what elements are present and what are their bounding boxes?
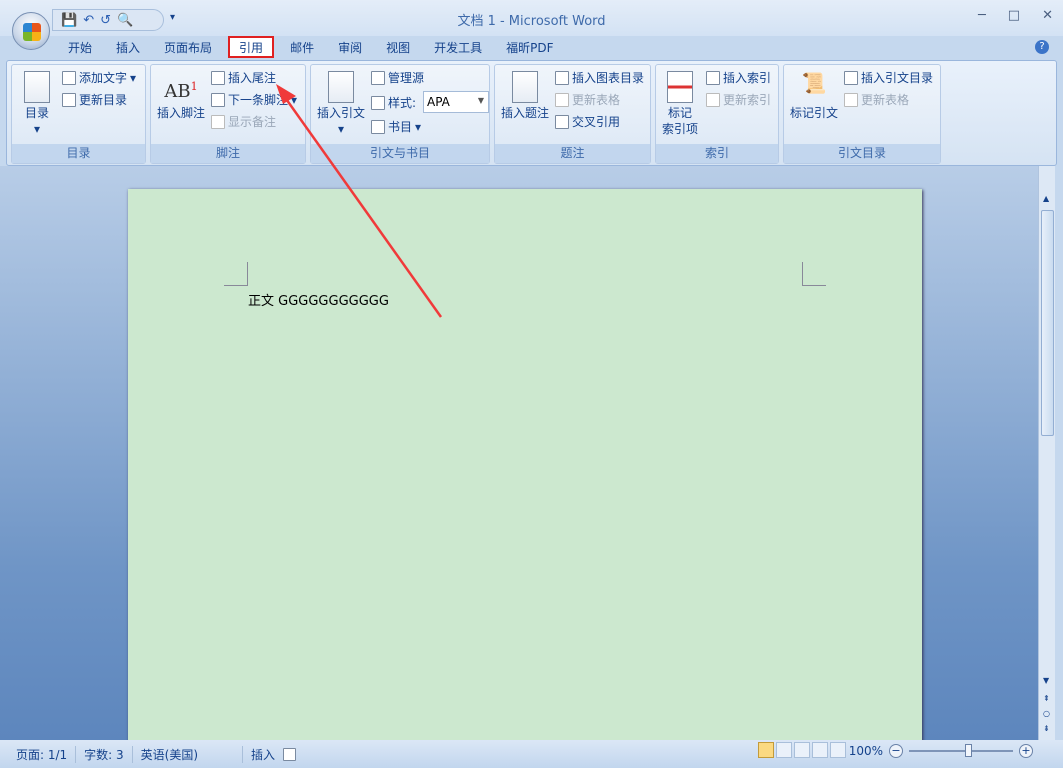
previous-page-icon[interactable]: ⇞ bbox=[1043, 694, 1050, 703]
zoom-slider[interactable] bbox=[909, 750, 1013, 752]
word-count[interactable]: 字数: 3 bbox=[76, 746, 133, 763]
view-buttons bbox=[758, 742, 846, 758]
scroll-down-icon[interactable]: ▼ bbox=[1043, 676, 1049, 685]
zoom-in-button[interactable]: + bbox=[1019, 744, 1033, 758]
draft-view-icon[interactable] bbox=[830, 742, 846, 758]
web-layout-icon[interactable] bbox=[794, 742, 810, 758]
outline-view-icon[interactable] bbox=[812, 742, 828, 758]
browse-object-icon[interactable]: ○ bbox=[1043, 709, 1050, 718]
page-count[interactable]: 页面: 1/1 bbox=[0, 746, 76, 763]
print-layout-view-icon[interactable] bbox=[758, 742, 774, 758]
office-logo-icon bbox=[23, 23, 41, 41]
zoom-level[interactable]: 100% bbox=[849, 744, 883, 758]
insert-mode[interactable]: 插入 bbox=[243, 746, 283, 763]
vertical-scrollbar[interactable]: ▲ ▼ ⇞ ○ ⇟ bbox=[1038, 166, 1055, 740]
scrollbar-thumb[interactable] bbox=[1041, 210, 1054, 436]
full-screen-reading-icon[interactable] bbox=[776, 742, 792, 758]
next-page-icon[interactable]: ⇟ bbox=[1043, 724, 1050, 733]
zoom-slider-thumb[interactable] bbox=[965, 744, 972, 757]
macro-record-icon[interactable] bbox=[283, 748, 296, 761]
zoom-out-button[interactable]: − bbox=[889, 744, 903, 758]
office-button[interactable] bbox=[12, 12, 50, 50]
language[interactable]: 英语(美国) bbox=[133, 746, 243, 763]
zoom-control: 100% − + bbox=[849, 744, 1033, 758]
scroll-up-icon[interactable]: ▲ bbox=[1043, 194, 1049, 203]
annotation-arrow bbox=[0, 0, 1063, 768]
